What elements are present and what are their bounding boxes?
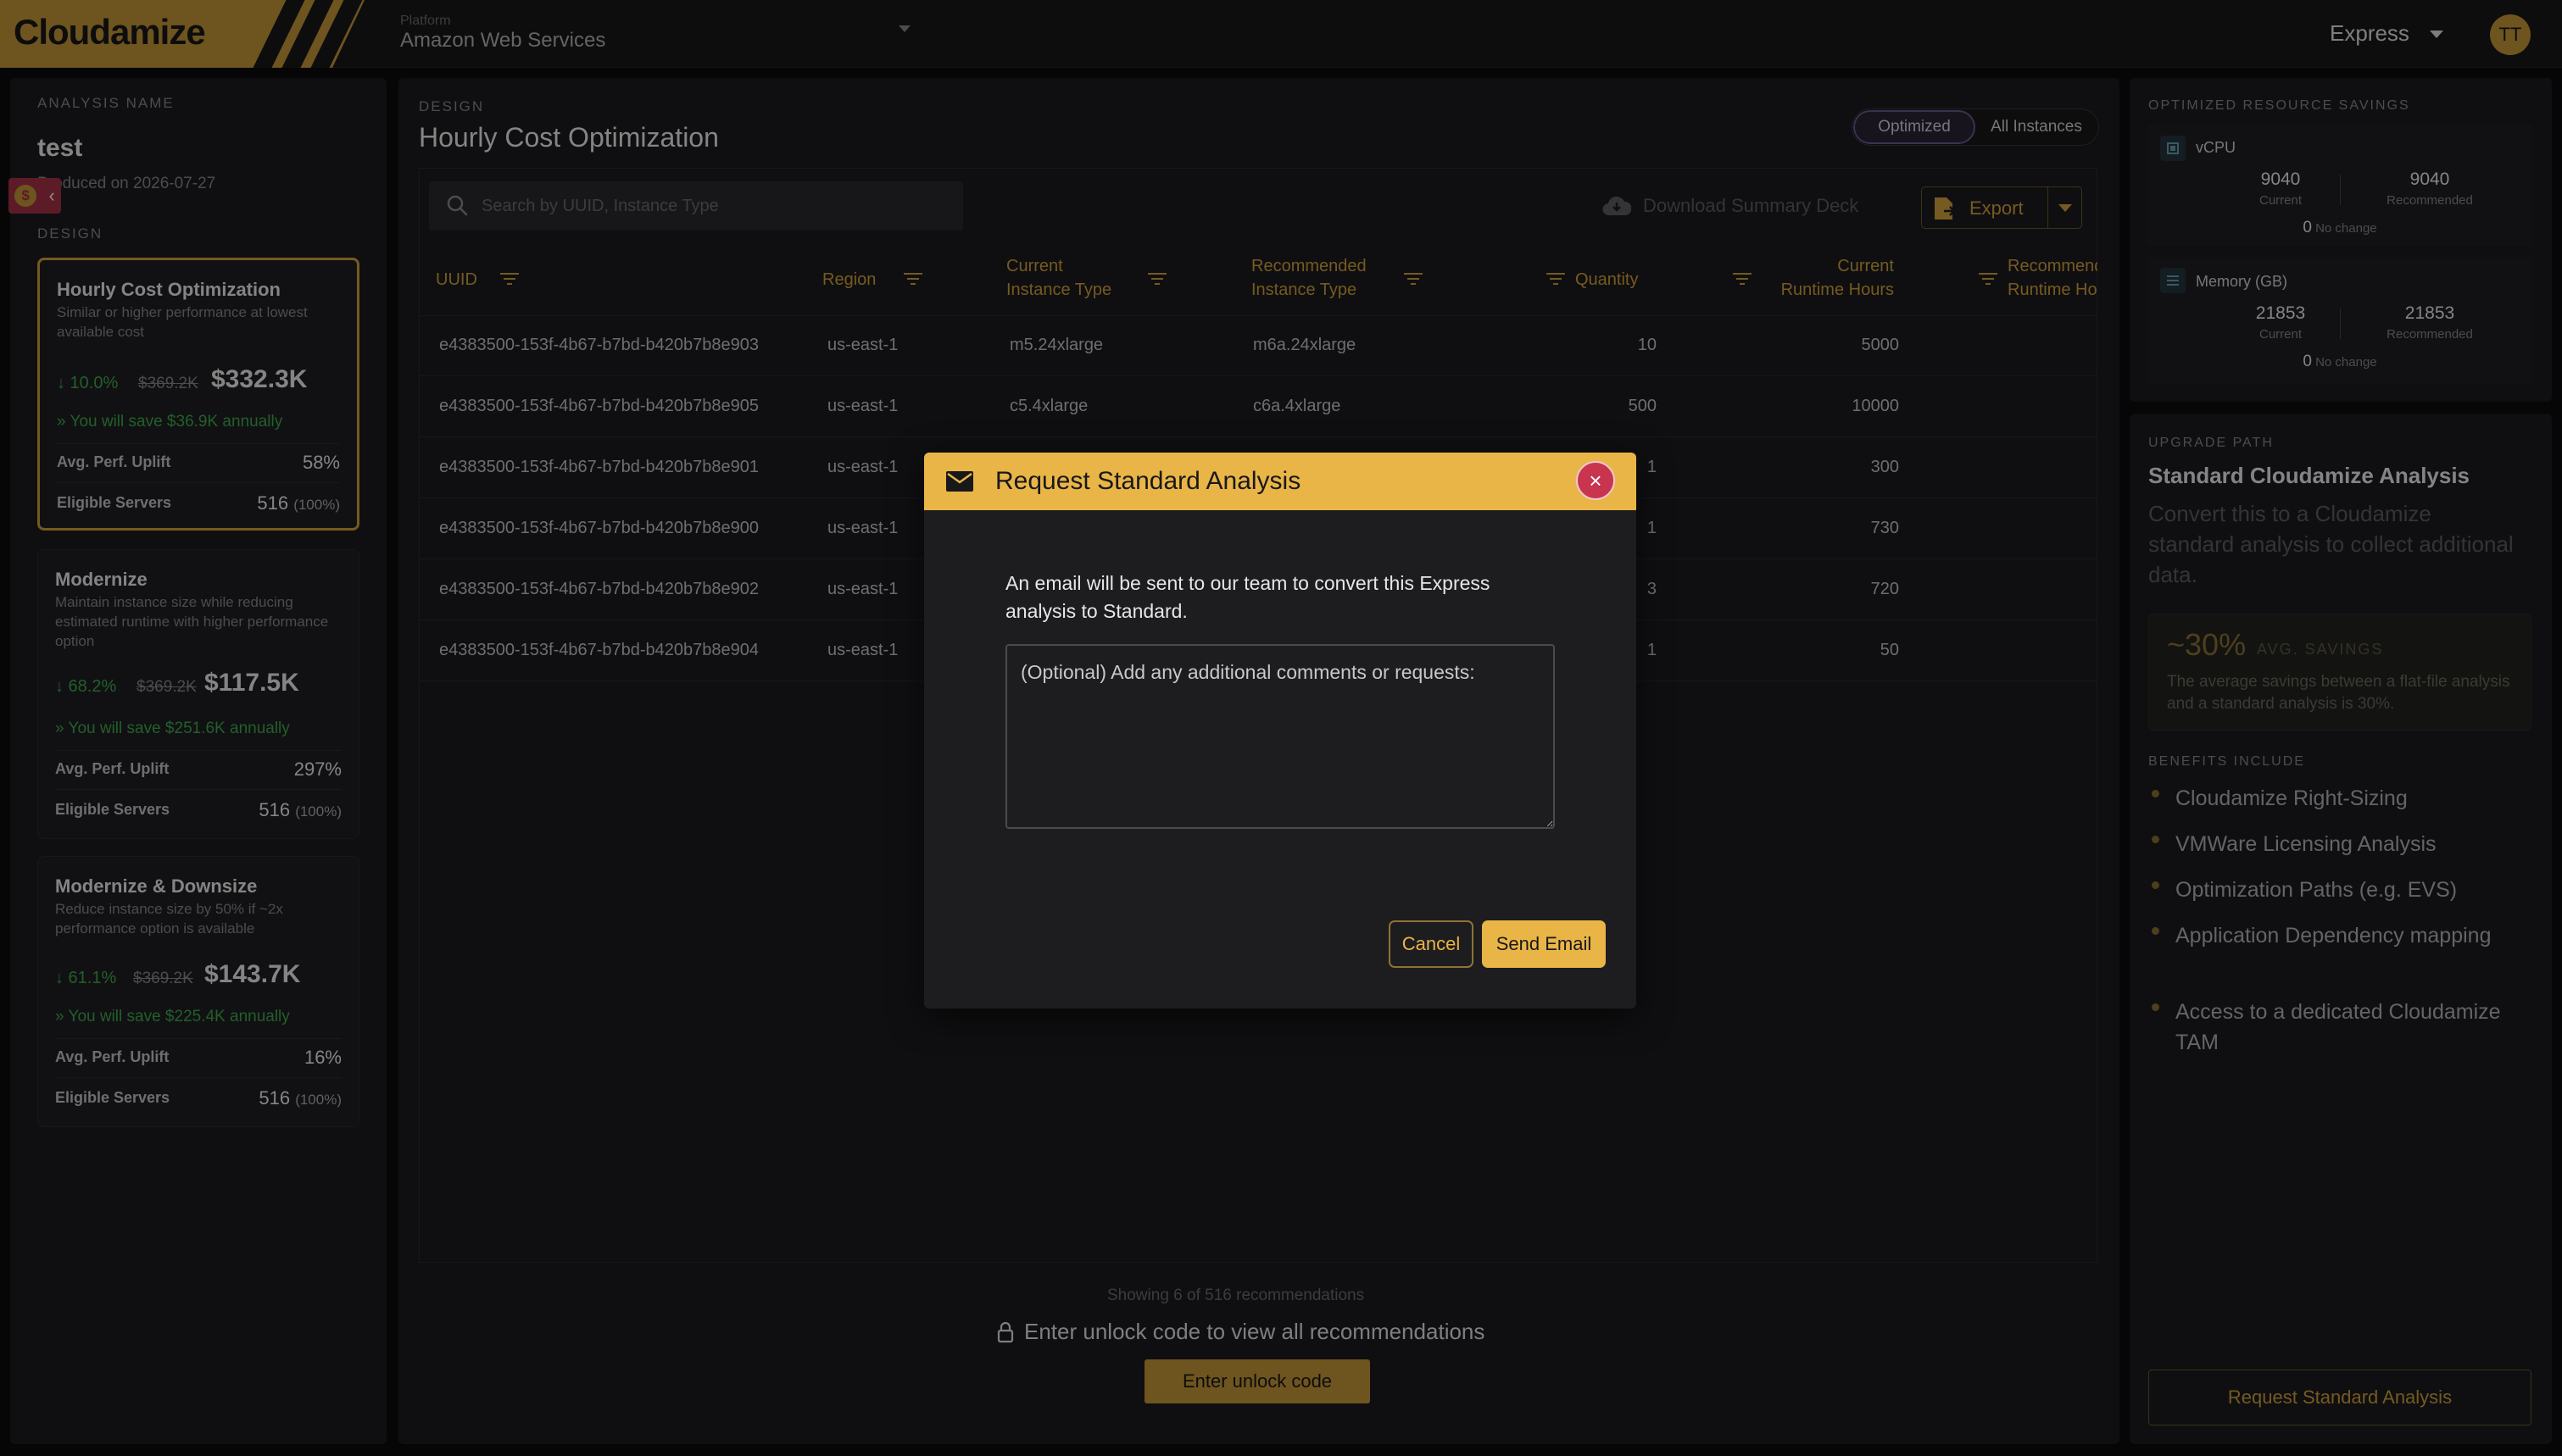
cancel-button[interactable]: Cancel: [1389, 920, 1473, 968]
send-email-button[interactable]: Send Email: [1482, 920, 1606, 968]
request-analysis-modal: Request Standard Analysis × An email wil…: [924, 453, 1636, 1009]
modal-title: Request Standard Analysis: [995, 467, 1301, 495]
modal-message: An email will be sent to our team to con…: [1005, 572, 1490, 622]
mail-icon: [946, 471, 973, 492]
modal-header: Request Standard Analysis ×: [924, 453, 1636, 510]
comments-textarea[interactable]: [1005, 644, 1555, 829]
close-icon[interactable]: ×: [1576, 461, 1615, 500]
